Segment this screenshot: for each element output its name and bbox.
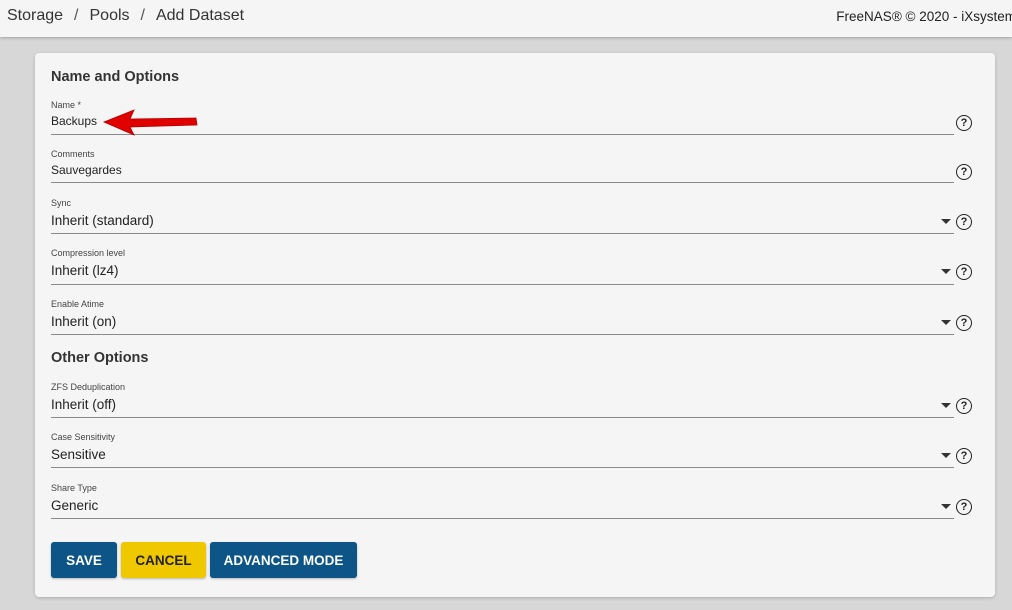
breadcrumb: Storage / Pools / Add Dataset (7, 7, 244, 25)
name-input[interactable]: Backups (51, 114, 97, 128)
compression-caret-down-icon (941, 269, 951, 274)
share-type-select[interactable]: Share Type Generic (51, 483, 954, 520)
cancel-button[interactable]: CANCEL (121, 542, 206, 578)
comments-field[interactable]: Comments Sauvegardes (51, 149, 954, 184)
sync-select[interactable]: Sync Inherit (standard) (51, 198, 954, 235)
top-bar: Storage / Pools / Add Dataset FreeNAS® © 202… (0, 0, 1012, 37)
atime-label: Enable Atime (51, 299, 105, 309)
case-sensitivity-underline (51, 467, 954, 468)
name-label: Name * (51, 100, 82, 110)
atime-underline (51, 334, 954, 335)
red-arrow-icon (102, 109, 198, 136)
comments-input[interactable]: Sauvegardes (51, 163, 122, 177)
share-type-caret-down-icon (941, 504, 951, 509)
case-sensitivity-select[interactable]: Case Sensitivity Sensitive (51, 432, 954, 469)
compression-value: Inherit (lz4) (51, 263, 119, 278)
comments-underline (51, 182, 954, 183)
case-sensitivity-label: Case Sensitivity (51, 432, 116, 442)
breadcrumb-separator: / (74, 7, 79, 24)
sync-help-icon[interactable]: ? (956, 214, 972, 230)
share-type-help-icon[interactable]: ? (956, 499, 972, 515)
comments-label: Comments (51, 149, 95, 159)
case-sensitivity-value: Sensitive (51, 447, 106, 462)
dedup-help-icon[interactable]: ? (956, 398, 972, 414)
save-button[interactable]: SAVE (51, 542, 117, 578)
sync-caret-down-icon (941, 219, 951, 224)
advanced-mode-button[interactable]: ADVANCED MODE (210, 542, 357, 578)
breadcrumb-storage[interactable]: Storage (7, 7, 63, 24)
dedup-value: Inherit (off) (51, 397, 117, 412)
share-type-underline (51, 518, 954, 519)
breadcrumb-add-dataset: Add Dataset (155, 7, 245, 24)
section-title-other-options: Other Options (51, 350, 149, 366)
compression-help-icon[interactable]: ? (956, 264, 972, 280)
dedup-select[interactable]: ZFS Deduplication Inherit (off) (51, 382, 954, 419)
atime-select[interactable]: Enable Atime Inherit (on) (51, 299, 954, 336)
sync-value: Inherit (standard) (51, 213, 154, 228)
name-help-icon[interactable]: ? (956, 115, 972, 131)
atime-help-icon[interactable]: ? (956, 315, 972, 331)
case-sensitivity-help-icon[interactable]: ? (956, 448, 972, 464)
compression-label: Compression level (51, 248, 126, 258)
copyright-text: FreeNAS® © 2020 - iXsystems, I (836, 9, 1012, 24)
sync-underline (51, 233, 954, 234)
dedup-underline (51, 417, 954, 418)
dedup-label: ZFS Deduplication (51, 382, 126, 392)
breadcrumb-pools[interactable]: Pools (90, 7, 130, 24)
atime-caret-down-icon (941, 320, 951, 325)
case-sensitivity-caret-down-icon (941, 453, 951, 458)
atime-value: Inherit (on) (51, 314, 117, 329)
section-title-name-options: Name and Options (51, 69, 180, 85)
sync-label: Sync (51, 198, 72, 208)
breadcrumb-separator: / (140, 7, 145, 24)
compression-underline (51, 284, 954, 285)
compression-select[interactable]: Compression level Inherit (lz4) (51, 248, 954, 285)
share-type-label: Share Type (51, 483, 97, 493)
dedup-caret-down-icon (941, 403, 951, 408)
share-type-value: Generic (51, 498, 99, 513)
comments-help-icon[interactable]: ? (956, 164, 972, 180)
